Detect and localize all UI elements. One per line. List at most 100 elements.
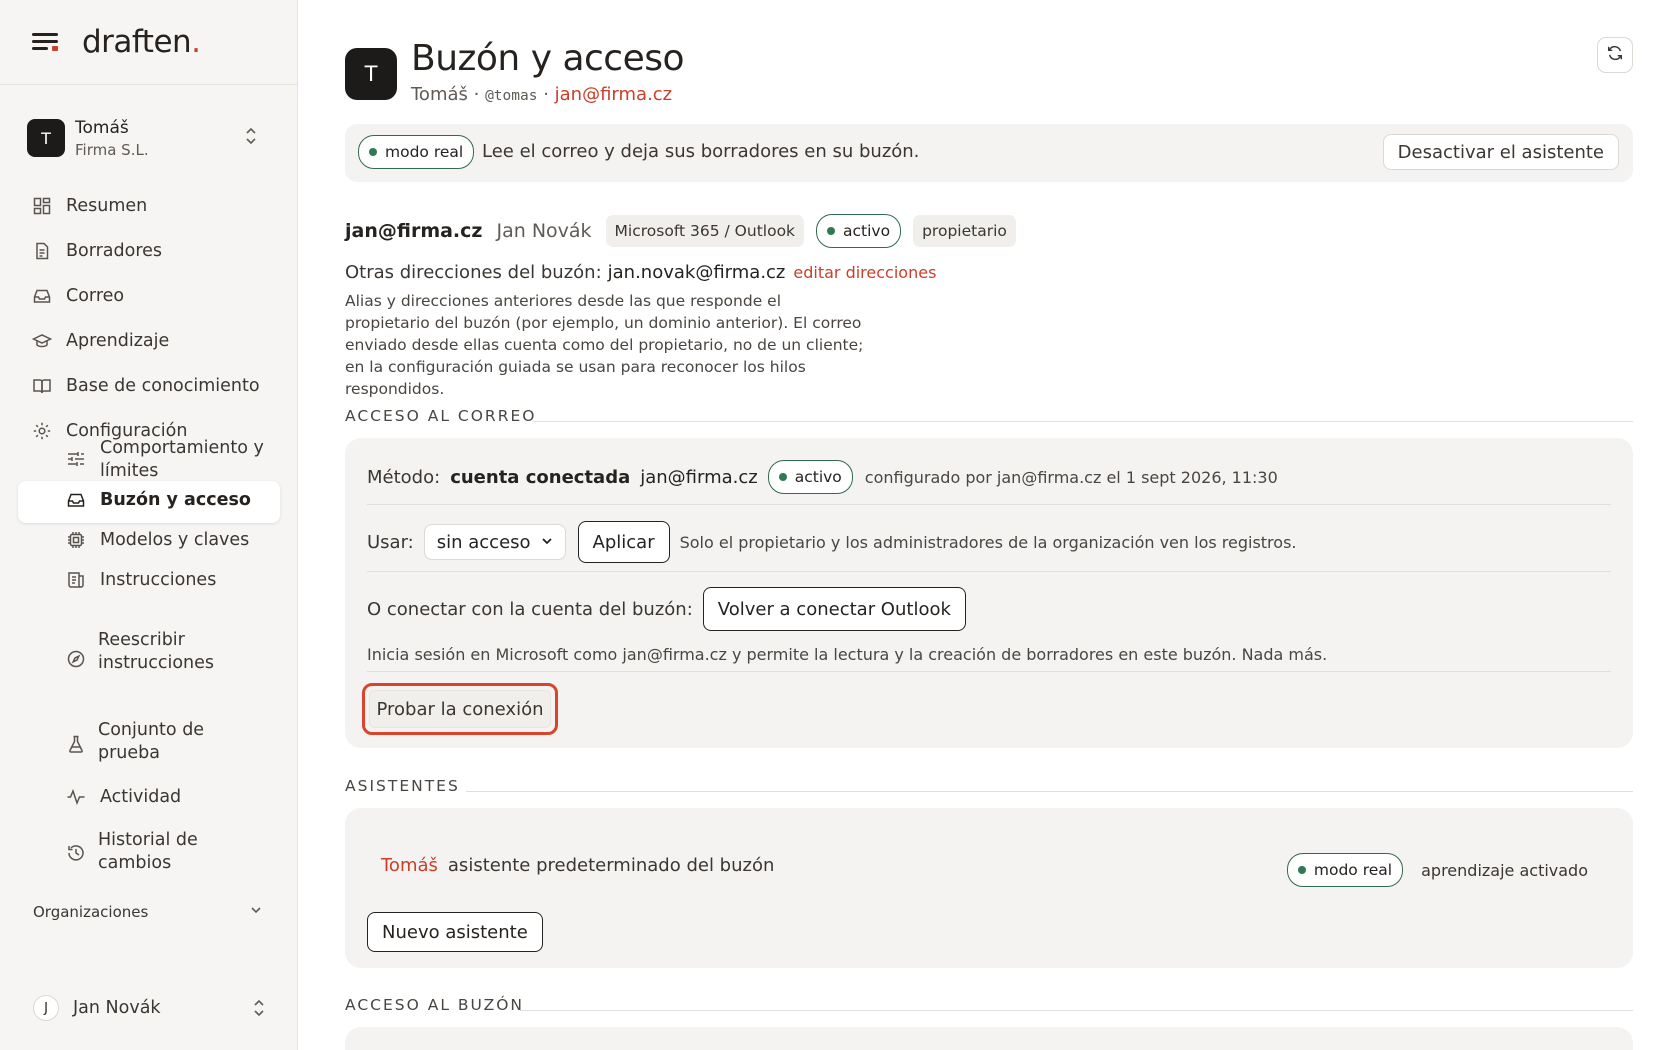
user-avatar: J [33,995,59,1021]
refresh-icon [1606,44,1624,66]
section-title-assistants: ASISTENTES [345,777,460,795]
subnav-item-actividad[interactable]: Actividad [66,787,181,807]
configured-meta: configurado por jan@firma.cz el 1 sept 2… [864,467,1278,487]
connect-description: Inicia sesión en Microsoft como jan@firm… [367,645,1328,664]
apply-button[interactable]: Aplicar [577,521,670,563]
nav-label: Borradores [66,240,163,261]
subnav-item-reescribir[interactable] [66,650,100,669]
menu-icon[interactable] [32,31,60,53]
nav-item-correo[interactable]: Correo [18,273,280,318]
mode-pill-label: modo real [1313,861,1393,879]
access-select-value: sin acceso [436,531,531,553]
subnav-label: Comportamiento y [100,438,264,458]
brand-logo[interactable]: draften. [82,24,201,60]
main-content: T Buzón y acceso Tomáš · @tomas · jan@fi… [299,0,1680,1050]
owner-email-link[interactable]: jan@firma.cz [555,84,673,105]
book-icon [32,376,52,396]
method-email: jan@firma.cz [640,466,758,488]
document-icon [32,241,52,261]
inbox-icon [32,286,52,306]
assistant-row[interactable]: Tomáš asistente predeterminado del buzón [381,855,774,876]
brand-header: draften. [0,0,297,85]
subnav-item-modelos[interactable]: Modelos y claves [66,530,249,550]
nav-item-resumen[interactable]: Resumen [18,183,280,228]
nav-label: Correo [66,285,125,306]
separator: · [467,84,486,105]
reconnect-outlook-button[interactable]: Volver a conectar Outlook [702,587,966,631]
page-avatar: T [345,48,397,100]
subnav-label: instrucciones [98,653,215,673]
other-addresses-line: Otras direcciones del buzón: jan.novak@fi… [345,262,936,283]
refresh-button[interactable] [1597,37,1633,73]
gear-icon [32,421,52,441]
learning-status: aprendizaje activado [1421,860,1588,880]
subnav-label: límites [100,461,159,481]
flask-icon [66,734,86,754]
use-label: Usar: [367,531,414,553]
status-badge: activo [767,460,853,494]
organizations-label: Organizaciones [33,903,149,921]
organizations-toggle[interactable]: Organizaciones [33,903,263,921]
assistants-card: Tomáš asistente predeterminado del buzón … [345,808,1633,968]
section-divider [533,421,1633,422]
other-addresses-label: Otras direcciones del buzón: [345,262,602,283]
owner-name: Tomáš [411,84,468,105]
section-divider [466,791,1633,792]
nav-label: Resumen [66,195,148,216]
subnav-label: Modelos y claves [100,530,250,550]
section-divider [520,1010,1633,1011]
other-addresses-value: jan.novak@firma.cz [607,262,786,283]
main-nav: Resumen Borradores Correo Aprendizaje Ba… [18,183,280,453]
page-subtitle: Tomáš · @tomas · jan@firma.cz [411,84,672,105]
connect-label: O conectar con la cuenta del buzón: [367,598,693,620]
account-avatar: T [27,119,65,157]
cpu-icon [66,530,86,550]
other-addresses-description: Alias y direcciones anteriores desde las… [345,292,864,398]
subnav-label: Instrucciones [100,570,217,590]
sidebar: draften. T Tomáš Firma S.L. Resumen Borr… [0,0,298,1050]
subnav-item-buzon-acceso[interactable]: Buzón y acceso [66,490,251,510]
test-connection-highlight: Probar la conexión [362,683,558,735]
nav-item-aprendizaje[interactable]: Aprendizaje [18,318,280,363]
chevron-down-icon [249,903,263,921]
method-line: Método: cuenta conectada jan@firma.cz ac… [367,460,1278,494]
subnav-item-historial[interactable] [66,843,100,863]
page-title: Buzón y acceso [411,38,685,79]
subnav-label-reescribir: Reescribir instrucciones [98,629,214,675]
divider [367,504,1611,505]
inbox-icon [66,490,86,510]
mailbox-owner-name: Jan Novák [496,220,592,242]
account-switcher[interactable]: T Tomáš Firma S.L. [27,113,277,163]
user-menu[interactable]: J Jan Novák [33,992,265,1024]
assistant-status: modo real aprendizaje activado [1286,853,1588,887]
access-select[interactable]: sin acceso [423,524,566,560]
subnav-label: Conjunto de [98,720,205,740]
method-value: cuenta conectada [450,466,631,488]
subnav-item-instrucciones[interactable]: Instrucciones [66,570,216,590]
status-dot-icon [1297,866,1306,874]
test-connection-button[interactable]: Probar la conexión [369,690,551,728]
compass-icon [66,649,86,669]
edit-addresses-link[interactable]: editar direcciones [793,263,936,282]
assistant-description: asistente predeterminado del buzón [447,855,775,876]
subnav-item-comportamiento[interactable]: Comportamiento y límites [66,437,264,483]
section-title-mailbox-access: ACCESO AL BUZÓN [345,996,525,1014]
nav-item-base-conocimiento[interactable]: Base de conocimiento [18,363,280,408]
new-assistant-button[interactable]: Nuevo asistente [367,912,543,952]
divider [367,671,1611,672]
section-title-mail-access: ACCESO AL CORREO [345,407,537,425]
history-icon [66,843,86,863]
subnav-label-historial: Historial de cambios [98,829,198,875]
assistant-name[interactable]: Tomáš [381,855,438,876]
sliders-icon [66,449,86,469]
status-dot-icon [827,227,836,235]
deactivate-assistant-button[interactable]: Desactivar el asistente [1382,134,1619,170]
status-dot-icon [369,148,377,156]
subnav-item-conjunto[interactable] [66,734,100,754]
mailbox-account-line: jan@firma.cz Jan Novák Microsoft 365 / O… [345,213,1028,249]
provider-tag: Microsoft 365 / Outlook [605,215,805,247]
subnav-label: Buzón y acceso [100,490,251,510]
mode-pill: modo real [1286,853,1404,887]
nav-item-borradores[interactable]: Borradores [18,228,280,273]
divider [367,571,1611,572]
